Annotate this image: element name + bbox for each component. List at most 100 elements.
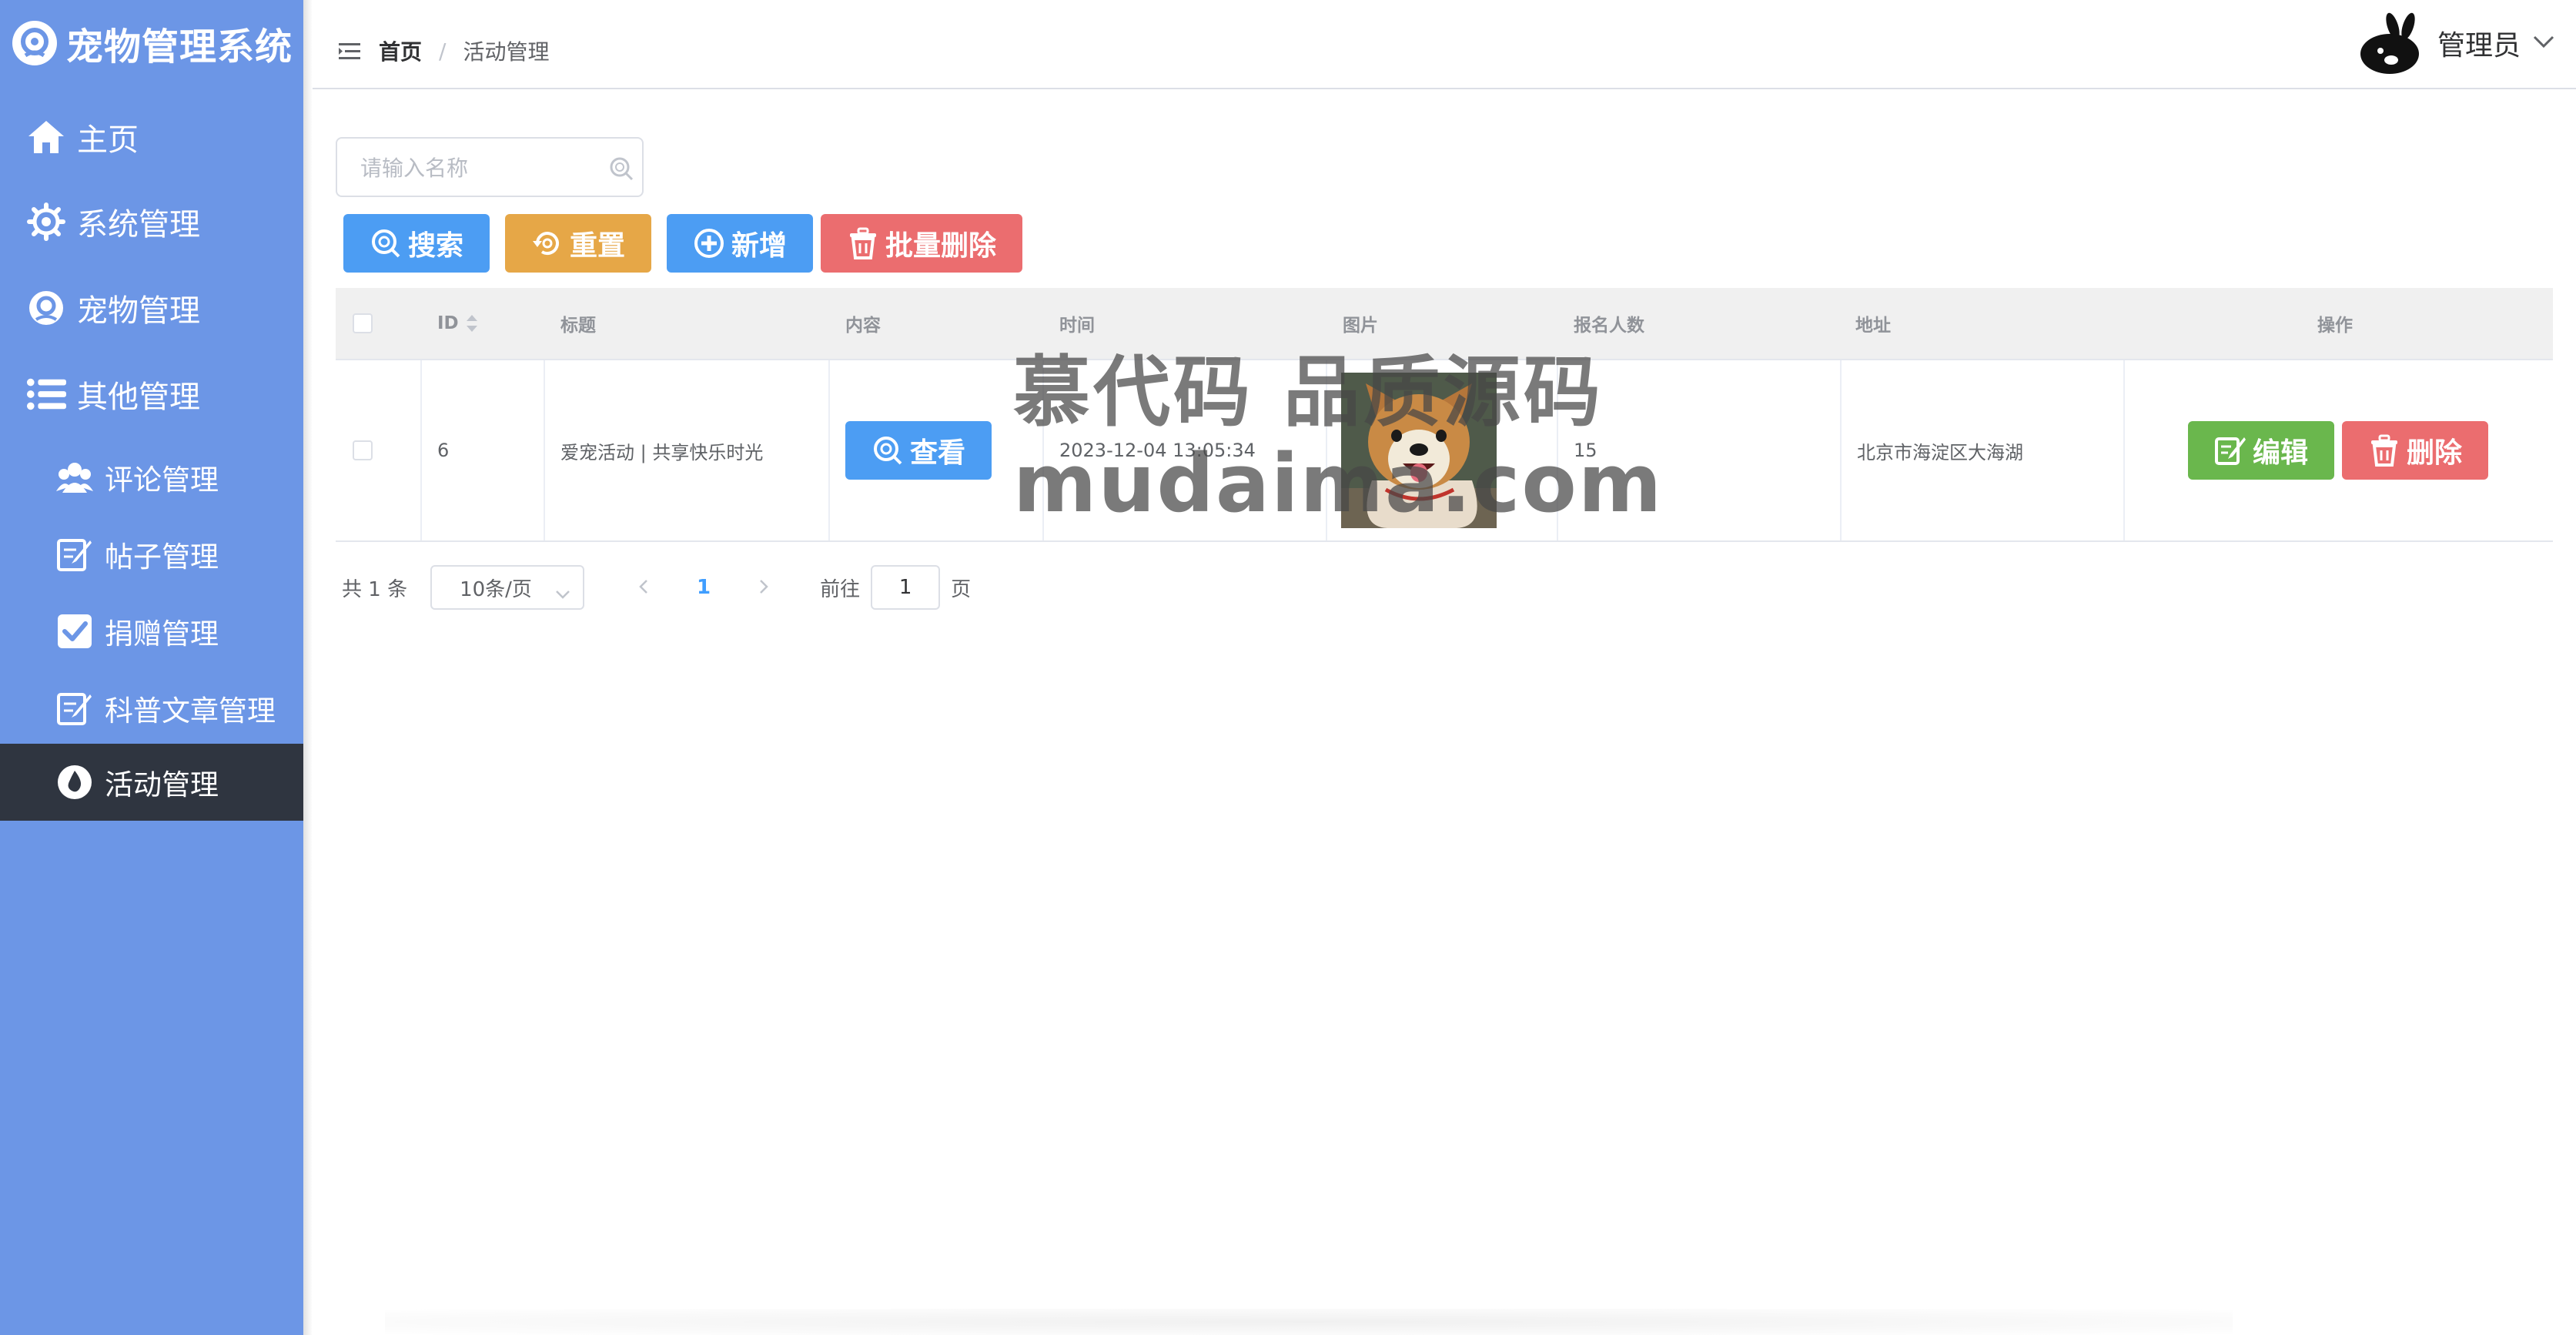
sidebar-item-label: 评论管理: [105, 463, 219, 497]
pet-icon: [26, 288, 66, 328]
sidebar-item-label: 宠物管理: [77, 293, 200, 329]
avatar: [2357, 11, 2424, 75]
table-header: ID 标题 内容 时间 图片 报名人数 地址 操作: [336, 288, 2553, 360]
search-button[interactable]: 搜索: [343, 214, 490, 273]
refresh-icon: [531, 227, 564, 259]
column-header-title: 标题: [560, 316, 596, 336]
cell-title: 爱宠活动 | 共享快乐时光: [545, 360, 830, 540]
cell-signups: 15: [1558, 360, 1842, 540]
reset-button-label: 重置: [569, 229, 625, 261]
page-size-select[interactable]: 10条/页: [430, 565, 585, 610]
check-square-icon: [55, 612, 94, 651]
breadcrumb-current: 活动管理: [463, 39, 550, 65]
dog-photo[interactable]: [1341, 373, 1497, 528]
page-number-current[interactable]: 1: [692, 576, 715, 599]
sidebar-item-system[interactable]: 系统管理: [0, 183, 303, 260]
search-icon: [370, 227, 402, 259]
sort-icon[interactable]: [465, 313, 479, 334]
search-icon: [608, 156, 634, 182]
batch-delete-button-label: 批量删除: [885, 229, 996, 261]
app-title: 宠物管理系统: [66, 25, 293, 69]
goto-page-input[interactable]: 1: [871, 565, 941, 610]
sidebar-item-label: 科普文章管理: [105, 694, 276, 728]
brand: 宠物管理系统: [12, 15, 293, 71]
cell-content: 查看: [830, 360, 1044, 540]
view-content-button[interactable]: 查看: [845, 421, 992, 480]
row-checkbox[interactable]: [353, 440, 373, 460]
edit-button-label: 编辑: [2252, 437, 2308, 469]
chevron-down-icon: [555, 582, 570, 605]
trash-icon: [2368, 434, 2400, 467]
column-header-id[interactable]: ID: [437, 288, 479, 359]
view-content-label: 查看: [909, 437, 965, 469]
prev-page-button[interactable]: [632, 575, 655, 601]
list-icon: [26, 374, 66, 414]
sidebar-item-label: 捐赠管理: [105, 617, 219, 651]
add-button-label: 新增: [731, 229, 787, 261]
cell-image: [1327, 360, 1558, 540]
edit-icon: [55, 535, 94, 574]
sidebar-item-label: 帖子管理: [105, 540, 219, 574]
sidebar-item-donations[interactable]: 捐赠管理: [0, 593, 303, 670]
cell-id: 6: [422, 360, 545, 540]
cell-time: 2023-12-04 13:05:34: [1044, 360, 1327, 540]
sidebar-item-articles[interactable]: 科普文章管理: [0, 670, 303, 747]
sidebar-item-home[interactable]: 主页: [0, 99, 303, 176]
sidebar-item-comments[interactable]: 评论管理: [0, 439, 303, 516]
column-header-label: ID: [437, 313, 459, 333]
goto-label: 前往: [820, 577, 861, 601]
column-header-content: 内容: [845, 316, 881, 336]
user-name: 管理员: [2437, 30, 2521, 62]
breadcrumb-home[interactable]: 首页: [379, 35, 422, 66]
column-header-actions: 操作: [2317, 316, 2353, 336]
drop-icon: [55, 763, 94, 801]
pagination-total: 共 1 条: [342, 577, 408, 601]
page-unit-label: 页: [951, 577, 972, 601]
home-icon: [26, 117, 66, 157]
cell-address: 北京市海淀区大海湖: [1842, 360, 2125, 540]
sidebar-item-label: 其他管理: [77, 380, 200, 415]
chevron-down-icon: [2533, 35, 2554, 52]
column-header-image: 图片: [1343, 316, 1378, 336]
bottom-shadow: [385, 1309, 2233, 1335]
batch-delete-button[interactable]: 批量删除: [821, 214, 1022, 273]
delete-button-label: 删除: [2406, 437, 2462, 469]
search-icon: [871, 434, 904, 467]
search-input[interactable]: [360, 152, 591, 183]
edit-icon: [55, 689, 94, 728]
gear-icon: [26, 202, 66, 242]
plus-circle-icon: [693, 227, 725, 259]
page-size-value: 10条/页: [460, 577, 532, 601]
sidebar: 宠物管理系统 主页 系统管理 宠物管理 其他管理 评论管理 帖子管理 捐赠管理 …: [0, 0, 303, 1335]
sidebar-item-label: 系统管理: [77, 207, 200, 243]
next-page-button[interactable]: [752, 575, 775, 601]
reset-button[interactable]: 重置: [505, 214, 651, 273]
table-row: 6 爱宠活动 | 共享快乐时光 查看 2023-12-04 13:05:34 1…: [336, 360, 2553, 542]
row-select-cell: [336, 360, 422, 540]
search-field[interactable]: [336, 137, 644, 197]
sidebar-item-pet[interactable]: 宠物管理: [0, 269, 303, 346]
select-all-checkbox[interactable]: [353, 313, 373, 333]
trash-icon: [847, 227, 879, 259]
sidebar-item-activities[interactable]: 活动管理: [0, 744, 303, 821]
column-header-address: 地址: [1855, 316, 1891, 336]
cell-actions: 编辑 删除: [2125, 360, 2553, 540]
sidebar-shadow: [303, 0, 313, 1335]
delete-button[interactable]: 删除: [2342, 421, 2488, 480]
menu-toggle-icon[interactable]: [339, 43, 360, 63]
sidebar-item-other[interactable]: 其他管理: [0, 356, 303, 433]
top-header: 首页 / 活动管理 管理员: [313, 0, 2576, 89]
select-all-cell: [336, 288, 420, 359]
user-menu[interactable]: 管理员: [2357, 11, 2554, 75]
sidebar-item-posts[interactable]: 帖子管理: [0, 516, 303, 593]
app-logo-icon: [12, 21, 57, 65]
column-header-signups: 报名人数: [1574, 316, 1644, 336]
page-jumper: 前往 1 页: [820, 565, 971, 610]
column-header-time: 时间: [1059, 316, 1095, 336]
sidebar-item-label: 活动管理: [105, 768, 219, 801]
sidebar-item-label: 主页: [77, 122, 139, 158]
breadcrumb-separator: /: [439, 38, 447, 64]
breadcrumb: 首页 / 活动管理: [379, 35, 549, 66]
add-button[interactable]: 新增: [667, 214, 813, 273]
edit-button[interactable]: 编辑: [2188, 421, 2334, 480]
